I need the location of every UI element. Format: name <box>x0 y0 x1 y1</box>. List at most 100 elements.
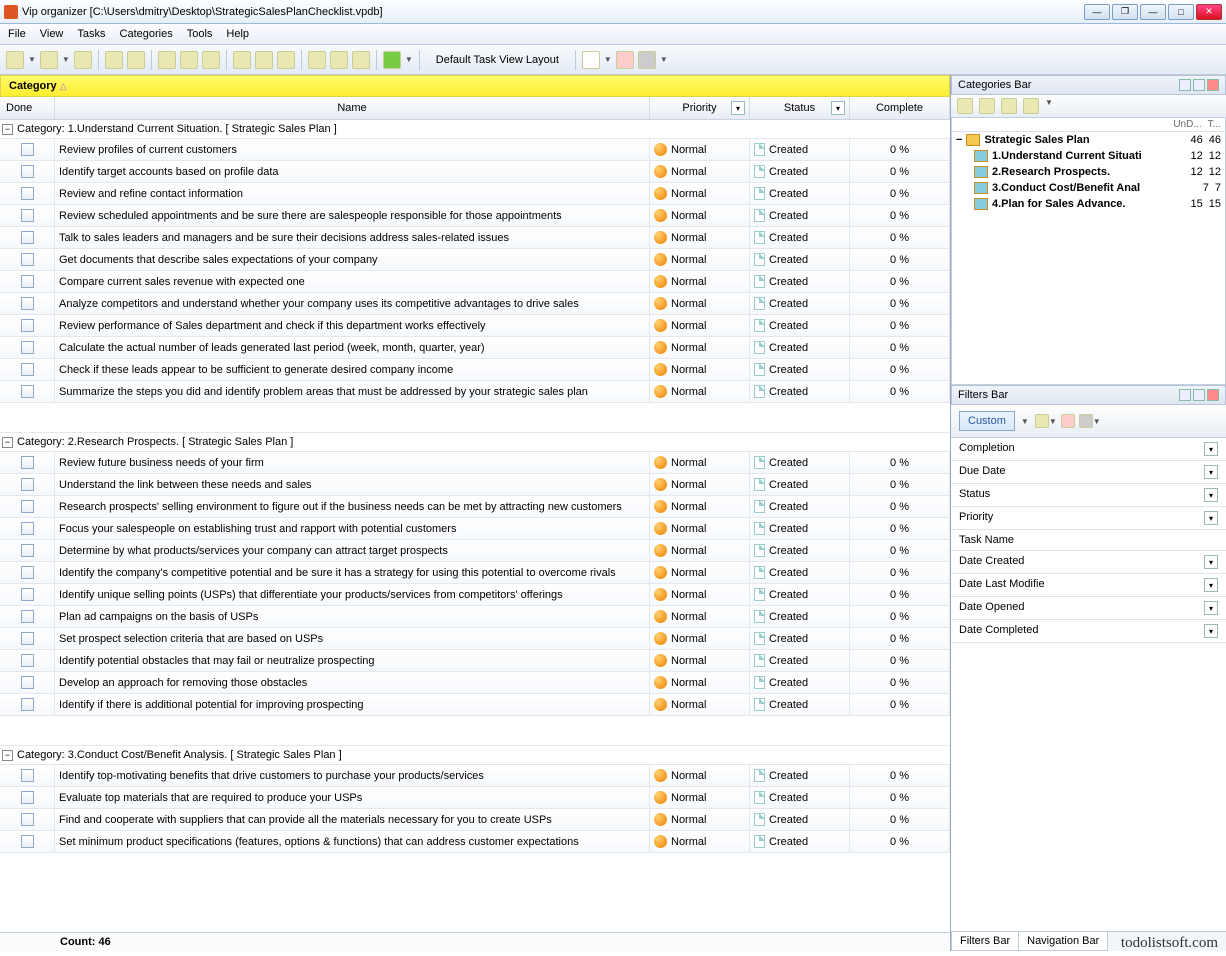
task-name[interactable]: Review scheduled appointments and be sur… <box>55 205 650 226</box>
task-name[interactable]: Review and refine contact information <box>55 183 650 204</box>
collapse-icon[interactable]: − <box>2 750 13 761</box>
done-checkbox[interactable] <box>21 791 34 804</box>
task-name[interactable]: Determine by what products/services your… <box>55 540 650 561</box>
panel-btn1-icon[interactable] <box>1179 79 1191 91</box>
dropdown-icon[interactable]: ▾ <box>1204 442 1218 456</box>
close-button[interactable]: ✕ <box>1196 4 1222 20</box>
filter-field[interactable]: Date Completed▾ <box>951 620 1226 643</box>
done-checkbox[interactable] <box>21 813 34 826</box>
done-checkbox[interactable] <box>21 165 34 178</box>
filter-field[interactable]: Task Name <box>951 530 1226 551</box>
task-row[interactable]: Research prospects' selling environment … <box>0 496 950 518</box>
task-row[interactable]: Set prospect selection criteria that are… <box>0 628 950 650</box>
task2-icon[interactable] <box>255 51 273 69</box>
minimize-button[interactable]: — <box>1084 4 1110 20</box>
task-name[interactable]: Check if these leads appear to be suffic… <box>55 359 650 380</box>
fpanel-pin-icon[interactable] <box>1193 389 1205 401</box>
task-name[interactable]: Set prospect selection criteria that are… <box>55 628 650 649</box>
delete-icon[interactable] <box>74 51 92 69</box>
task-row[interactable]: Summarize the steps you did and identify… <box>0 381 950 403</box>
panel-pin-icon[interactable] <box>1193 79 1205 91</box>
category-tree-item[interactable]: 4.Plan for Sales Advance.1515 <box>952 196 1225 212</box>
group-by-bar[interactable]: Category △ <box>0 75 950 97</box>
cat-tb2-icon[interactable] <box>979 98 995 114</box>
cat-tb3-icon[interactable] <box>1001 98 1017 114</box>
done-checkbox[interactable] <box>21 676 34 689</box>
task-row[interactable]: Identify potential obstacles that may fa… <box>0 650 950 672</box>
filter-field[interactable]: Priority▾ <box>951 507 1226 530</box>
col-name[interactable]: Name <box>55 97 650 119</box>
done-checkbox[interactable] <box>21 566 34 579</box>
done-checkbox[interactable] <box>21 253 34 266</box>
done-checkbox[interactable] <box>21 769 34 782</box>
menu-help[interactable]: Help <box>226 28 249 40</box>
done-checkbox[interactable] <box>21 456 34 469</box>
task-row[interactable]: Identify the company's competitive poten… <box>0 562 950 584</box>
col-done[interactable]: Done <box>0 97 55 119</box>
task-row[interactable]: Identify unique selling points (USPs) th… <box>0 584 950 606</box>
copy-icon[interactable] <box>180 51 198 69</box>
task-name[interactable]: Set minimum product specifications (feat… <box>55 831 650 852</box>
menu-categories[interactable]: Categories <box>120 28 173 40</box>
tab-filters-bar[interactable]: Filters Bar <box>951 932 1019 951</box>
task-row[interactable]: Review profiles of current customersNorm… <box>0 139 950 161</box>
done-checkbox[interactable] <box>21 385 34 398</box>
task-row[interactable]: Plan ad campaigns on the basis of USPsNo… <box>0 606 950 628</box>
priority-filter-icon[interactable]: ▾ <box>731 101 745 115</box>
task-name[interactable]: Review profiles of current customers <box>55 139 650 160</box>
task-row[interactable]: Calculate the actual number of leads gen… <box>0 337 950 359</box>
task5-icon[interactable] <box>330 51 348 69</box>
cut-icon[interactable] <box>158 51 176 69</box>
filter-tb3-icon[interactable] <box>1079 414 1093 428</box>
task-name[interactable]: Review performance of Sales department a… <box>55 315 650 336</box>
task4-icon[interactable] <box>308 51 326 69</box>
paste-icon[interactable] <box>202 51 220 69</box>
done-checkbox[interactable] <box>21 363 34 376</box>
task6-icon[interactable] <box>352 51 370 69</box>
filter-tb1-icon[interactable] <box>1035 414 1049 428</box>
task3-icon[interactable] <box>277 51 295 69</box>
layout3-icon[interactable] <box>638 51 656 69</box>
task-name[interactable]: Get documents that describe sales expect… <box>55 249 650 270</box>
task-row[interactable]: Talk to sales leaders and managers and b… <box>0 227 950 249</box>
filter-field[interactable]: Date Opened▾ <box>951 597 1226 620</box>
custom-filter-button[interactable]: Custom <box>959 411 1015 431</box>
task-row[interactable]: Understand the link between these needs … <box>0 474 950 496</box>
category-tree-item[interactable]: 2.Research Prospects.1212 <box>952 164 1225 180</box>
cat-tb4-icon[interactable] <box>1023 98 1039 114</box>
task-row[interactable]: Review future business needs of your fir… <box>0 452 950 474</box>
done-checkbox[interactable] <box>21 319 34 332</box>
dropdown-icon[interactable]: ▾ <box>1204 624 1218 638</box>
filter-field[interactable]: Completion▾ <box>951 438 1226 461</box>
done-checkbox[interactable] <box>21 632 34 645</box>
task-name[interactable]: Develop an approach for removing those o… <box>55 672 650 693</box>
task-name[interactable]: Find and cooperate with suppliers that c… <box>55 809 650 830</box>
fpanel-close-icon[interactable] <box>1207 389 1219 401</box>
check-icon[interactable] <box>383 51 401 69</box>
task-row[interactable]: Review scheduled appointments and be sur… <box>0 205 950 227</box>
new-icon[interactable] <box>6 51 24 69</box>
task-row[interactable]: Compare current sales revenue with expec… <box>0 271 950 293</box>
menu-view[interactable]: View <box>40 28 64 40</box>
done-checkbox[interactable] <box>21 478 34 491</box>
preview-icon[interactable] <box>127 51 145 69</box>
task-name[interactable]: Understand the link between these needs … <box>55 474 650 495</box>
done-checkbox[interactable] <box>21 500 34 513</box>
tab-navigation-bar[interactable]: Navigation Bar <box>1018 932 1108 951</box>
task-row[interactable]: Identify if there is additional potentia… <box>0 694 950 716</box>
task-row[interactable]: Evaluate top materials that are required… <box>0 787 950 809</box>
task-name[interactable]: Talk to sales leaders and managers and b… <box>55 227 650 248</box>
panel-close-icon[interactable] <box>1207 79 1219 91</box>
maximize-button[interactable]: □ <box>1168 4 1194 20</box>
task-row[interactable]: Set minimum product specifications (feat… <box>0 831 950 853</box>
task1-icon[interactable] <box>233 51 251 69</box>
task-name[interactable]: Calculate the actual number of leads gen… <box>55 337 650 358</box>
task-name[interactable]: Review future business needs of your fir… <box>55 452 650 473</box>
print-icon[interactable] <box>105 51 123 69</box>
filter-field[interactable]: Due Date▾ <box>951 461 1226 484</box>
menu-tools[interactable]: Tools <box>187 28 213 40</box>
done-checkbox[interactable] <box>21 610 34 623</box>
task-name[interactable]: Analyze competitors and understand wheth… <box>55 293 650 314</box>
menu-file[interactable]: File <box>8 28 26 40</box>
task-name[interactable]: Identify top-motivating benefits that dr… <box>55 765 650 786</box>
